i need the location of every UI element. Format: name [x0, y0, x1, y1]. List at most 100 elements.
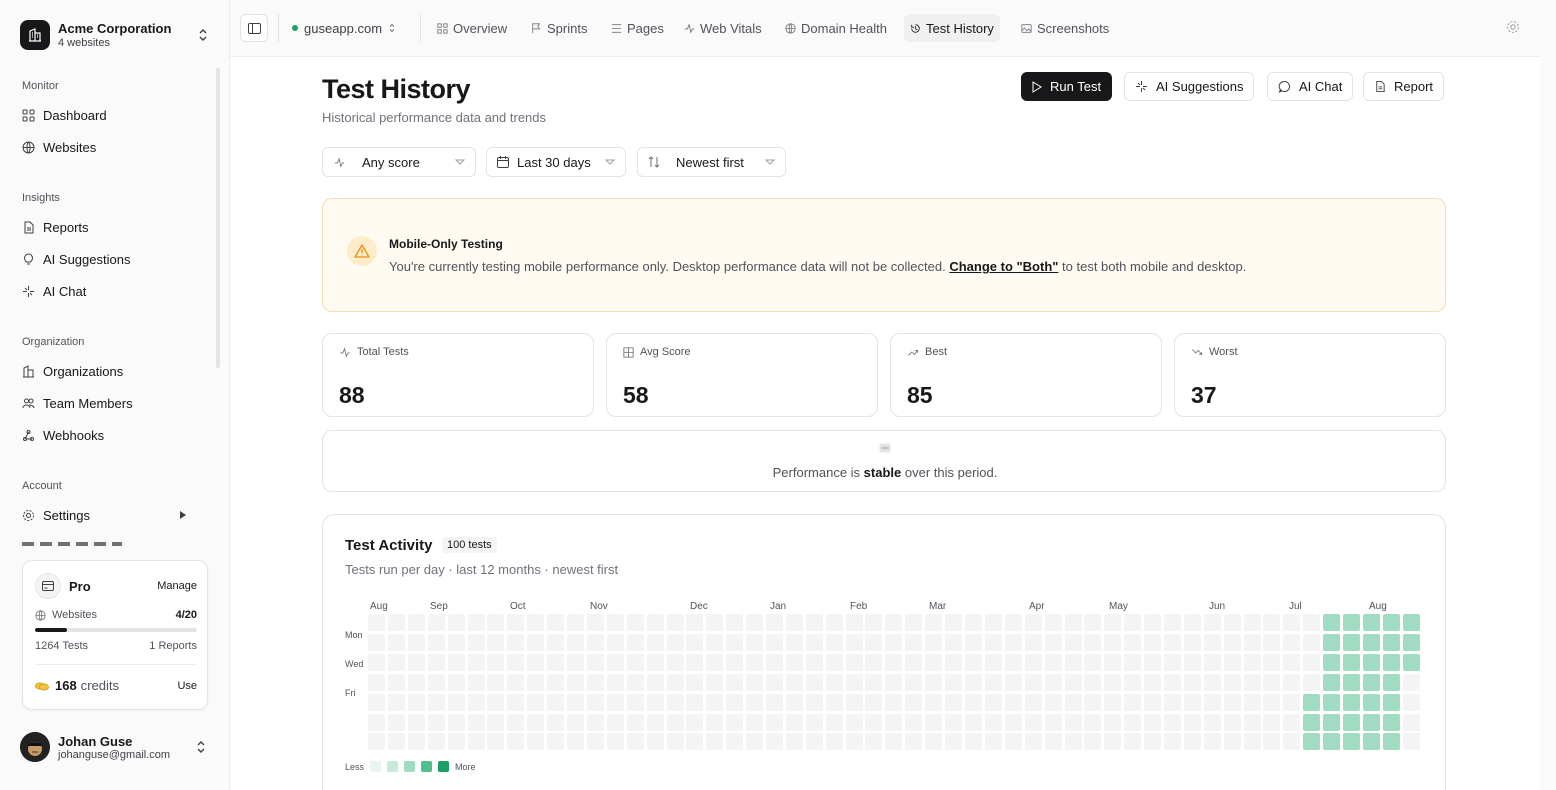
heatmap-cell: [1144, 674, 1161, 691]
heatmap-cell: [388, 733, 405, 750]
heatmap-cell: [507, 694, 524, 711]
heatmap-cell: [786, 654, 803, 671]
date-range-filter[interactable]: Last 30 days: [486, 147, 626, 177]
heatmap-cell: [487, 694, 504, 711]
stat-value: 88: [339, 382, 365, 408]
heatmap-cell: [1124, 733, 1141, 750]
heatmap-cell: [686, 733, 703, 750]
sparkles-icon: [23, 285, 34, 297]
heatmap-cell: [746, 634, 763, 651]
main-content: guseapp.com Overview Sprints Pages Web V…: [230, 0, 1556, 790]
tab-pages[interactable]: Pages: [605, 14, 670, 42]
user-menu[interactable]: Johan Guse johanguse@gmail.com: [20, 730, 212, 764]
heatmap-cell: [487, 714, 504, 731]
month-label: Jun: [1209, 601, 1226, 612]
tab-sprints[interactable]: Sprints: [525, 14, 593, 42]
org-switcher[interactable]: Acme Corporation 4 websites: [14, 14, 214, 56]
heatmap-cell: [448, 714, 465, 731]
heatmap-cell: [1383, 694, 1400, 711]
heatmap-cell: [1224, 614, 1241, 631]
sort-value: Newest first: [676, 154, 744, 170]
panel-left-icon: [247, 22, 261, 34]
sidebar-item-settings[interactable]: Settings: [22, 502, 207, 528]
heatmap-cell: [706, 614, 723, 631]
sidebar-item-reports[interactable]: Reports: [22, 214, 207, 240]
sort-icon: [648, 156, 660, 168]
heatmap-cell: [1104, 654, 1121, 671]
change-to-both-link[interactable]: Change to "Both": [949, 259, 1058, 274]
legend-more: More: [455, 761, 476, 772]
stat-value: 58: [623, 382, 649, 408]
sort-filter[interactable]: Newest first: [637, 147, 786, 177]
heatmap-cell: [448, 654, 465, 671]
stat-label: Worst: [1209, 346, 1238, 358]
heatmap-cell: [1363, 634, 1380, 651]
heatmap-cell: [647, 714, 664, 731]
stat-card-total-tests: Total Tests 88: [322, 333, 594, 417]
sidebar-scrollbar[interactable]: [216, 68, 220, 368]
section-label-organization: Organization: [22, 336, 85, 348]
heatmap-cell: [587, 714, 604, 731]
use-credits-button[interactable]: Use: [177, 680, 197, 692]
heatmap-cell: [647, 654, 664, 671]
heatmap-cell: [1224, 674, 1241, 691]
sidebar-item-team-members[interactable]: Team Members: [22, 390, 207, 416]
sidebar-item-ai-chat[interactable]: AI Chat: [22, 278, 207, 304]
heatmap-cell: [746, 733, 763, 750]
heatmap-cell: [846, 674, 863, 691]
heatmap-cell: [905, 674, 922, 691]
heatmap-cell: [1244, 714, 1261, 731]
sidebar-item-label: Team Members: [43, 395, 133, 411]
heatmap-cell: [448, 614, 465, 631]
tab-test-history[interactable]: Test History: [904, 14, 1000, 42]
page-subtitle: Historical performance data and trends: [322, 110, 547, 125]
tab-label: Screenshots: [1037, 20, 1110, 36]
stat-label: Avg Score: [640, 346, 691, 358]
heatmap-cell: [1403, 674, 1420, 691]
run-test-button[interactable]: Run Test: [1021, 72, 1113, 101]
heatmap-cell: [945, 694, 962, 711]
heatmap-cell: [587, 694, 604, 711]
heatmap-cell: [1283, 614, 1300, 631]
sidebar-item-organizations[interactable]: Organizations: [22, 358, 207, 384]
gear-icon[interactable]: [1506, 20, 1520, 34]
sidebar-item-websites[interactable]: Websites: [22, 134, 207, 160]
tab-domain-health[interactable]: Domain Health: [779, 14, 893, 42]
heatmap-cell: [1164, 674, 1181, 691]
score-filter[interactable]: Any score: [322, 147, 476, 177]
heatmap-cell: [388, 694, 405, 711]
heatmap-cell: [547, 694, 564, 711]
heatmap-cell: [1045, 694, 1062, 711]
heatmap-cell: [1184, 634, 1201, 651]
heatmap-cell: [428, 714, 445, 731]
heatmap-cell: [1283, 674, 1300, 691]
heatmap-cell: [487, 733, 504, 750]
report-button[interactable]: Report: [1363, 72, 1445, 101]
heatmap-cell: [885, 674, 902, 691]
site-selector[interactable]: guseapp.com: [292, 18, 396, 38]
manage-plan-button[interactable]: Manage: [157, 580, 197, 592]
heatmap-cell: [905, 733, 922, 750]
heatmap-cell: [667, 634, 684, 651]
tab-overview[interactable]: Overview: [431, 14, 513, 42]
heatmap-cell: [686, 634, 703, 651]
heatmap-cell: [1224, 654, 1241, 671]
heatmap-cell: [846, 733, 863, 750]
heatmap-cell: [885, 694, 902, 711]
ai-chat-button[interactable]: AI Chat: [1267, 72, 1354, 101]
chevron-down-icon: [765, 159, 775, 165]
heatmap-cell: [826, 654, 843, 671]
ai-suggestions-button[interactable]: AI Suggestions: [1124, 72, 1255, 101]
sidebar-toggle-button[interactable]: [240, 14, 268, 42]
heatmap-cell: [567, 634, 584, 651]
heatmap-cell: [1343, 634, 1360, 651]
heatmap-cell: [706, 733, 723, 750]
sidebar-item-dashboard[interactable]: Dashboard: [22, 102, 207, 128]
sidebar-item-webhooks[interactable]: Webhooks: [22, 422, 207, 448]
heatmap-cell: [706, 634, 723, 651]
ai-chat-label: AI Chat: [1299, 79, 1343, 94]
sidebar-item-ai-suggestions[interactable]: AI Suggestions: [22, 246, 207, 272]
tab-web-vitals[interactable]: Web Vitals: [678, 14, 768, 42]
tab-screenshots[interactable]: Screenshots: [1015, 14, 1115, 42]
play-icon: [1032, 80, 1042, 93]
